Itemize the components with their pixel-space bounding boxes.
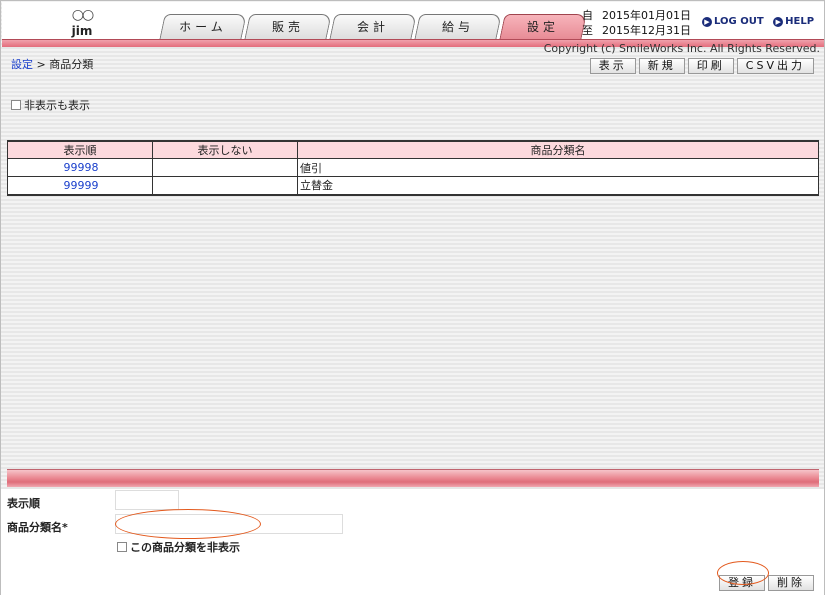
tab-settings-label: 設定 — [526, 20, 559, 34]
hide-category-option: この商品分類を非表示 — [117, 539, 240, 555]
tab-payroll[interactable]: 給与 — [414, 14, 502, 40]
play-icon: ▶ — [773, 17, 784, 27]
form-buttons: 登録 削除 — [716, 575, 814, 591]
show-hidden-option: 非表示も表示 — [11, 97, 90, 113]
table-row[interactable]: 99998 値引 — [7, 158, 819, 177]
help-label: HELP — [785, 16, 815, 27]
new-button[interactable]: 新規 — [638, 58, 685, 74]
order-input[interactable] — [115, 490, 179, 510]
tab-sales[interactable]: 販売 — [244, 14, 332, 40]
copyright: Copyright (c) SmileWorks Inc. All Rights… — [543, 42, 820, 54]
csv-export-button[interactable]: CSV出力 — [736, 58, 814, 74]
category-name-input[interactable] — [115, 514, 343, 534]
order-field-label: 表示順 — [7, 497, 40, 510]
row-order-link[interactable]: 99999 — [7, 176, 153, 196]
user-box: ○○ jim — [42, 8, 122, 38]
play-icon: ▶ — [702, 17, 712, 27]
logout-link[interactable]: ▶ LOG OUT — [702, 16, 764, 27]
row-order-link[interactable]: 99998 — [7, 158, 153, 177]
period-to-label: 至 — [582, 24, 593, 37]
tab-settings[interactable]: 設定 — [499, 14, 587, 40]
tab-accounting-label: 会計 — [356, 20, 389, 34]
top-links: ▶ LOG OUT ▶ HELP — [702, 16, 820, 27]
period-from-date: 2015年01月01日 — [602, 9, 691, 22]
tab-sales-label: 販売 — [271, 20, 304, 34]
period-from-label: 自 — [582, 9, 593, 22]
row-name-cell: 立替金 — [297, 176, 819, 196]
breadcrumb-settings-link[interactable]: 設定 — [11, 58, 33, 71]
col-header-name[interactable]: 商品分類名 — [297, 140, 819, 159]
form-divider-band — [7, 469, 819, 487]
logout-label: LOG OUT — [714, 16, 764, 27]
tab-payroll-label: 給与 — [441, 20, 474, 34]
action-toolbar: 表示 新規 印刷 CSV出力 — [587, 58, 814, 74]
tab-home[interactable]: ホーム — [159, 14, 247, 40]
table-row[interactable]: 99999 立替金 — [7, 176, 819, 196]
breadcrumb-separator: > — [33, 58, 50, 71]
show-button[interactable]: 表示 — [589, 58, 636, 74]
help-link[interactable]: ▶ HELP — [773, 16, 814, 27]
hide-category-label: この商品分類を非表示 — [130, 541, 240, 554]
tab-accounting[interactable]: 会計 — [329, 14, 417, 40]
table-header-row: 表示順 表示しない 商品分類名 — [7, 140, 819, 159]
col-header-hidden[interactable]: 表示しない — [152, 140, 298, 159]
register-button[interactable]: 登録 — [719, 575, 765, 591]
row-hidden-cell — [152, 158, 298, 177]
header: ○○ jim ホーム 販売 会計 給与 設定 自 2015年01月01日 至 201… — [2, 2, 824, 54]
row-name-cell: 値引 — [297, 158, 819, 177]
breadcrumb-current: 商品分類 — [49, 58, 94, 71]
fiscal-period: 自 2015年01月01日 至 2015年12月31日 — [582, 8, 691, 38]
user-name: jim — [71, 24, 93, 38]
category-table: 表示順 表示しない 商品分類名 99998 値引 99999 立替金 — [7, 140, 819, 196]
tab-home-label: ホーム — [179, 20, 227, 34]
name-field-label: 商品分類名* — [7, 521, 68, 534]
print-button[interactable]: 印刷 — [687, 58, 734, 74]
col-header-order[interactable]: 表示順 — [7, 140, 153, 159]
edit-form: 表示順 商品分類名* この商品分類を非表示 登録 削除 — [1, 489, 824, 595]
breadcrumb: 設定 > 商品分類 — [11, 56, 93, 72]
show-hidden-checkbox[interactable] — [11, 100, 21, 110]
period-to-date: 2015年12月31日 — [602, 24, 691, 37]
delete-button[interactable]: 削除 — [768, 575, 814, 591]
hide-category-checkbox[interactable] — [117, 542, 127, 552]
show-hidden-label: 非表示も表示 — [24, 99, 90, 112]
app-frame: ○○ jim ホーム 販売 会計 給与 設定 自 2015年01月01日 至 201… — [0, 0, 825, 595]
user-logo: ○○ — [71, 7, 94, 23]
row-hidden-cell — [152, 176, 298, 196]
